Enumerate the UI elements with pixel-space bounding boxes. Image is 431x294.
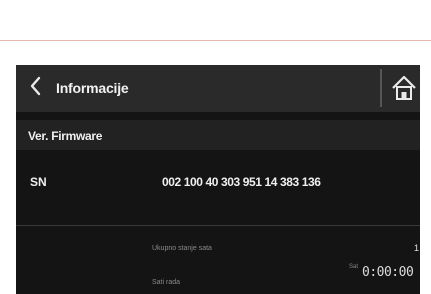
chevron-left-icon[interactable] <box>28 75 44 99</box>
time-caption: Sat <box>349 264 359 270</box>
row-divider <box>16 225 420 226</box>
firmware-version-label: Ver. Firmware <box>28 129 103 143</box>
sn-label: SN <box>30 175 47 189</box>
page-title: Informacije <box>56 80 129 96</box>
top-divider <box>0 40 431 41</box>
operating-hours-label: Sati rada <box>152 279 181 286</box>
title-divider <box>380 69 382 107</box>
time-value: 0:00:00 <box>362 265 414 280</box>
hours-total-value: 1 <box>414 243 420 253</box>
device-screen: Informacije Ver. Firmware SN 002 100 40 … <box>16 65 420 294</box>
home-icon <box>392 75 416 100</box>
sn-value: 002 100 40 303 951 14 383 136 <box>162 175 321 189</box>
firmware-section-header: Ver. Firmware <box>16 120 420 150</box>
home-button[interactable] <box>390 73 418 103</box>
title-bar: Informacije <box>16 65 420 112</box>
hours-total-label: Ukupno stanje sata <box>152 245 212 252</box>
